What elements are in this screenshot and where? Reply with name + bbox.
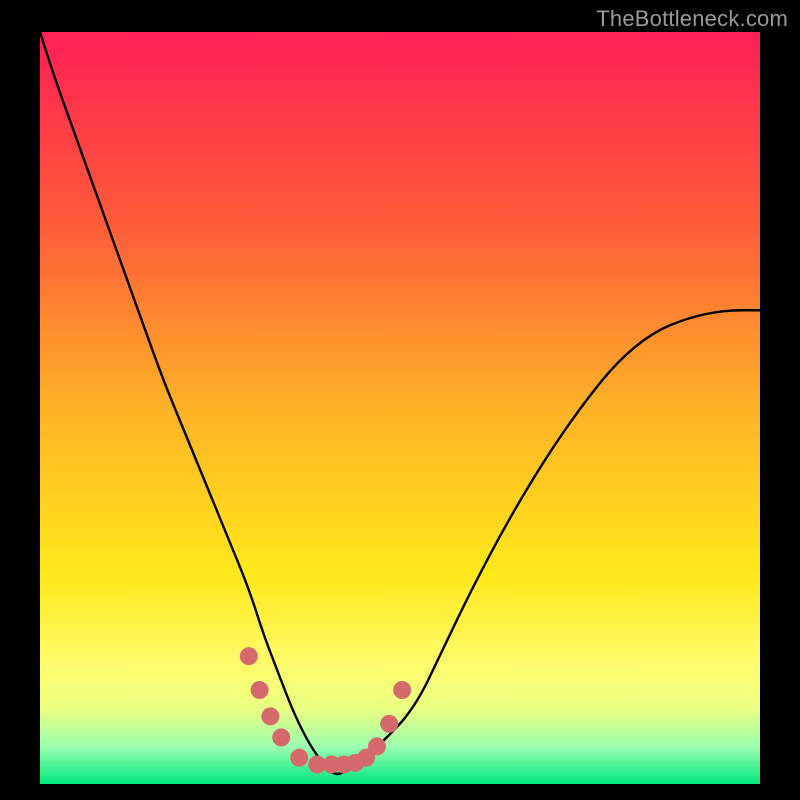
highlight-point bbox=[272, 728, 290, 746]
attribution-label: TheBottleneck.com bbox=[596, 6, 788, 32]
highlight-point bbox=[290, 749, 308, 767]
chart-frame: TheBottleneck.com bbox=[0, 0, 800, 800]
highlight-point bbox=[393, 681, 411, 699]
highlight-point bbox=[251, 681, 269, 699]
highlight-point bbox=[380, 715, 398, 733]
highlight-point bbox=[368, 737, 386, 755]
gradient-background bbox=[40, 32, 760, 784]
bottleneck-chart bbox=[40, 32, 760, 784]
plot-area bbox=[40, 32, 760, 784]
highlight-point bbox=[240, 647, 258, 665]
highlight-point bbox=[261, 707, 279, 725]
